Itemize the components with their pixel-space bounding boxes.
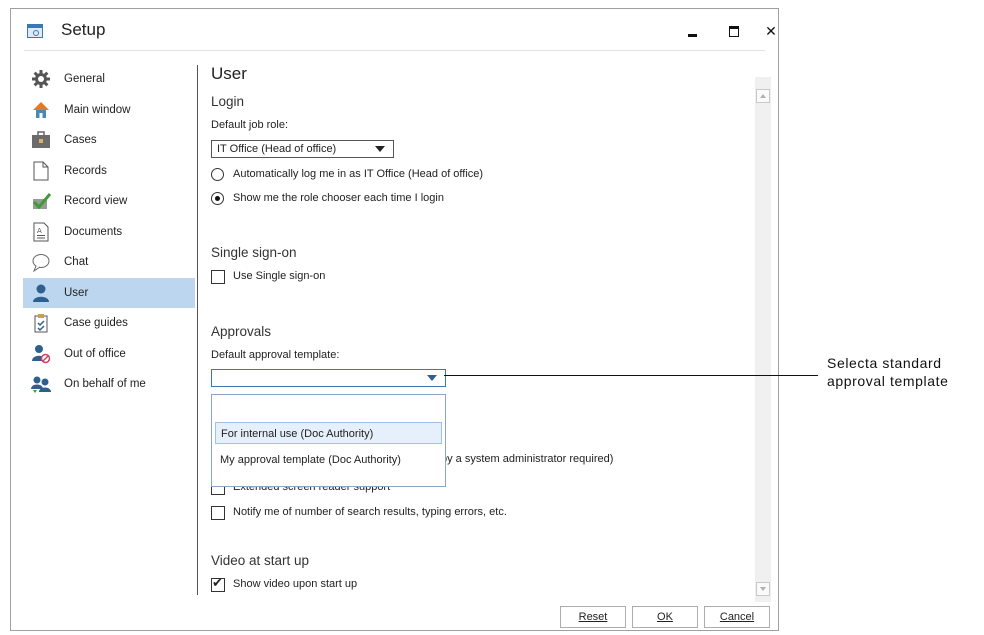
cancel-button[interactable]: Cancel bbox=[704, 606, 770, 628]
sidebar-item-user[interactable]: User bbox=[23, 277, 195, 308]
role-chooser-label: Show me the role chooser each time I log… bbox=[233, 192, 444, 204]
sidebar-item-label: Record view bbox=[64, 195, 128, 208]
svg-text:A: A bbox=[37, 227, 42, 235]
default-job-role-value: IT Office (Head of office) bbox=[217, 143, 337, 155]
window-title: Setup bbox=[61, 20, 106, 39]
close-button[interactable]: ✕ bbox=[761, 21, 781, 41]
sidebar-item-chat[interactable]: Chat bbox=[23, 247, 195, 278]
reset-button[interactable]: Reset bbox=[560, 606, 626, 628]
use-sso-label: Use Single sign-on bbox=[233, 270, 326, 282]
auto-login-radio[interactable] bbox=[211, 168, 224, 181]
video-heading: Video at start up bbox=[211, 553, 310, 568]
user-blocked-icon bbox=[31, 344, 51, 364]
sidebar-divider bbox=[197, 65, 198, 595]
sidebar-item-label: Chat bbox=[64, 256, 89, 269]
scroll-down-button[interactable] bbox=[756, 582, 770, 596]
dropdown-option-empty[interactable] bbox=[215, 399, 442, 421]
text-document-icon: A bbox=[31, 222, 51, 242]
approval-template-select[interactable] bbox=[211, 369, 446, 387]
callout-text: Selecta standard approval template bbox=[827, 355, 949, 389]
dropdown-option-my-approval-template[interactable]: My approval template (Doc Authority) bbox=[215, 449, 442, 471]
callout-line bbox=[444, 375, 818, 376]
scroll-up-button[interactable] bbox=[756, 89, 770, 103]
sidebar-item-case-guides[interactable]: Case guides bbox=[23, 308, 195, 339]
default-job-role-select[interactable]: IT Office (Head of office) bbox=[211, 140, 394, 158]
sidebar-item-documents[interactable]: A Documents bbox=[23, 217, 195, 248]
settings-sidebar: General Main window Cases Records Record… bbox=[23, 64, 195, 400]
page-title: User bbox=[211, 64, 247, 83]
setup-window: Setup ✕ General Main window Cases Record… bbox=[10, 8, 779, 631]
role-chooser-radio[interactable] bbox=[211, 192, 224, 205]
vertical-scrollbar[interactable] bbox=[755, 77, 771, 602]
users-icon bbox=[31, 374, 51, 394]
clipboard-icon bbox=[31, 313, 51, 333]
title-bar: Setup ✕ bbox=[11, 9, 778, 51]
show-video-checkbox[interactable] bbox=[211, 576, 225, 592]
sidebar-item-label: Records bbox=[64, 164, 107, 177]
speech-bubble-icon bbox=[31, 252, 51, 273]
sidebar-item-label: Documents bbox=[64, 225, 123, 238]
approval-template-dropdown: For internal use (Doc Authority) My appr… bbox=[211, 394, 446, 487]
sidebar-item-label: Cases bbox=[64, 134, 97, 147]
sidebar-item-label: Main window bbox=[64, 103, 131, 116]
default-job-role-label: Default job role: bbox=[211, 119, 289, 131]
notify-search-results-checkbox[interactable] bbox=[211, 506, 225, 520]
house-icon bbox=[31, 100, 51, 120]
ok-button[interactable]: OK bbox=[632, 606, 698, 628]
admin-required-note: by a system administrator required) bbox=[441, 453, 614, 465]
show-video-label: Show video upon start up bbox=[233, 578, 358, 590]
sidebar-item-main-window[interactable]: Main window bbox=[23, 95, 195, 126]
ok-button-label: OK bbox=[657, 611, 673, 623]
sidebar-item-label: Out of office bbox=[64, 347, 126, 360]
minimize-button[interactable] bbox=[683, 21, 703, 41]
notify-search-results-label: Notify me of number of search results, t… bbox=[233, 506, 507, 518]
chevron-down-icon bbox=[427, 375, 437, 381]
sidebar-item-on-behalf-of-me[interactable]: On behalf of me bbox=[23, 369, 195, 400]
dropdown-option-internal-use[interactable]: For internal use (Doc Authority) bbox=[215, 422, 442, 444]
sidebar-item-records[interactable]: Records bbox=[23, 156, 195, 187]
sidebar-item-label: General bbox=[64, 73, 105, 86]
sidebar-item-cases[interactable]: Cases bbox=[23, 125, 195, 156]
login-heading: Login bbox=[211, 94, 245, 109]
user-icon bbox=[31, 283, 51, 303]
checkmark-doc-icon bbox=[31, 191, 51, 211]
approvals-heading: Approvals bbox=[211, 324, 272, 339]
sidebar-item-general[interactable]: General bbox=[23, 64, 195, 95]
sidebar-item-label: Case guides bbox=[64, 317, 128, 330]
sidebar-item-label: On behalf of me bbox=[64, 378, 146, 391]
use-sso-checkbox[interactable] bbox=[211, 270, 225, 284]
chevron-down-icon bbox=[375, 146, 385, 152]
sidebar-item-out-of-office[interactable]: Out of office bbox=[23, 339, 195, 370]
auto-login-label: Automatically log me in as IT Office (He… bbox=[233, 168, 484, 180]
document-icon bbox=[31, 161, 51, 181]
reset-button-label: Reset bbox=[578, 611, 608, 623]
title-divider bbox=[24, 50, 765, 51]
setup-app-icon bbox=[27, 24, 43, 38]
briefcase-icon bbox=[31, 130, 51, 150]
sso-heading: Single sign-on bbox=[211, 245, 297, 260]
maximize-button[interactable] bbox=[725, 21, 745, 41]
gear-icon bbox=[31, 69, 51, 89]
sidebar-item-record-view[interactable]: Record view bbox=[23, 186, 195, 217]
sidebar-item-label: User bbox=[64, 286, 89, 299]
cancel-button-label: Cancel bbox=[719, 611, 755, 623]
approval-template-label: Default approval template: bbox=[211, 349, 340, 361]
